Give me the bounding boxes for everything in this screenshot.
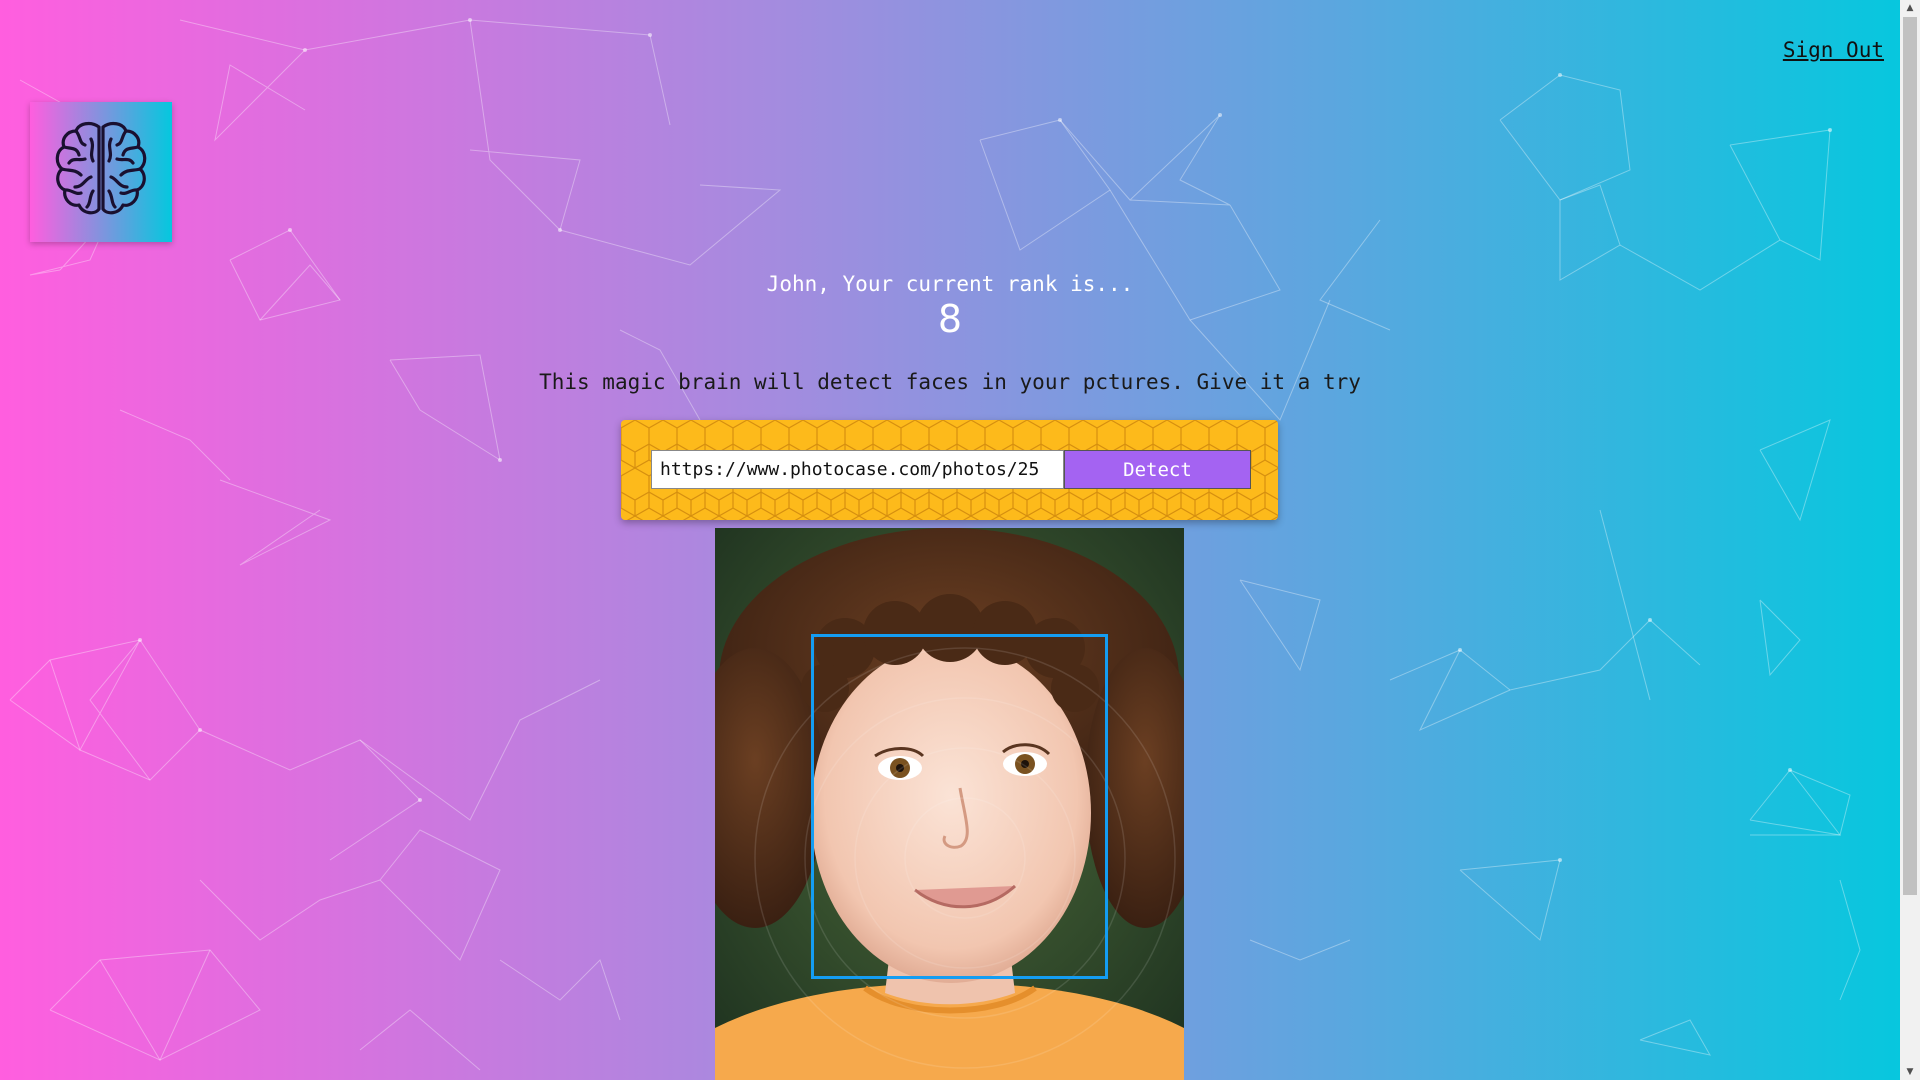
scrollbar[interactable]: ▲ ▼ — [1900, 0, 1920, 1080]
arrow-up-icon[interactable]: ▲ — [1900, 0, 1920, 16]
sign-out-link[interactable]: Sign Out — [1783, 38, 1884, 62]
logo[interactable] — [30, 102, 172, 242]
face-bounding-box — [811, 634, 1108, 979]
url-form: Detect — [621, 420, 1278, 520]
image-url-input[interactable] — [651, 450, 1064, 489]
rank-message: John, Your current rank is... — [766, 272, 1134, 296]
intro-text: This magic brain will detect faces in yo… — [539, 370, 1361, 394]
arrow-down-icon[interactable]: ▼ — [1900, 1064, 1920, 1080]
detected-image — [715, 528, 1184, 1080]
brain-icon — [55, 121, 147, 215]
rank-value: 8 — [937, 297, 963, 341]
scroll-thumb[interactable] — [1903, 17, 1917, 895]
detect-button[interactable]: Detect — [1064, 450, 1251, 489]
